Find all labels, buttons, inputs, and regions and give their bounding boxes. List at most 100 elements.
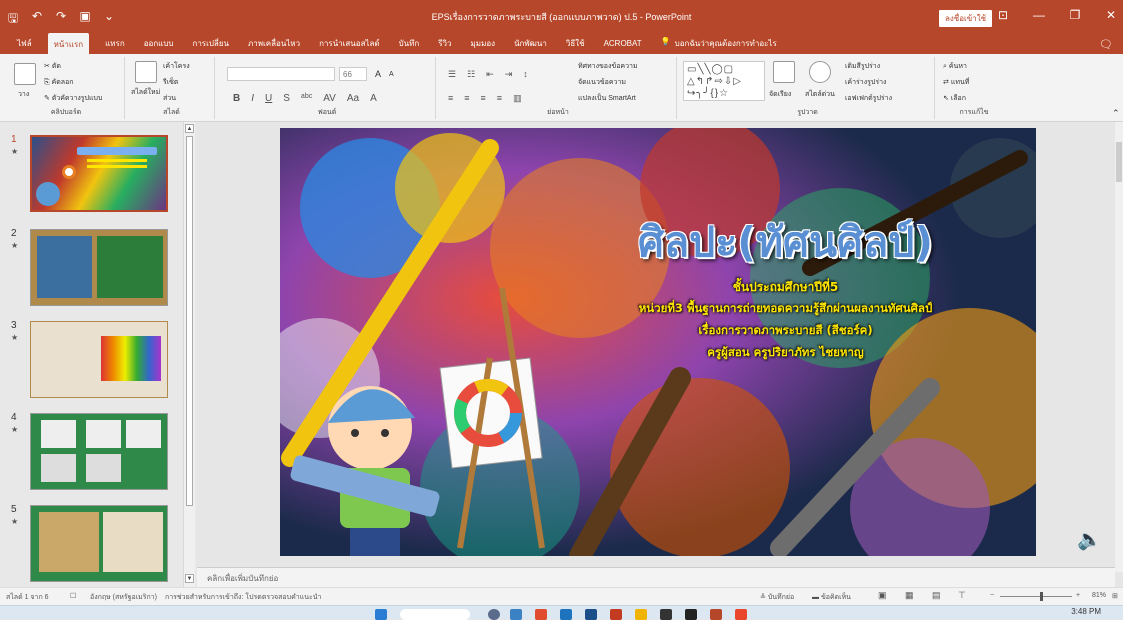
shape-effects-button[interactable]: เอฟเฟกต์รูปร่าง xyxy=(845,93,892,104)
align-center-icon[interactable]: ≡ xyxy=(464,93,469,104)
comments-button[interactable]: ▬ ข้อคิดเห็น xyxy=(812,592,851,603)
file-explorer-icon[interactable] xyxy=(635,609,647,620)
outdent-icon[interactable]: ⇥ xyxy=(505,69,513,80)
align-text-button[interactable]: จัดแนวข้อความ xyxy=(578,77,626,88)
thumbnail-item[interactable]: 1 ★ xyxy=(0,134,180,214)
collapse-ribbon-icon[interactable]: ⌃ xyxy=(1112,108,1120,119)
smartart-button[interactable]: แปลงเป็น SmartArt xyxy=(578,93,636,104)
thumbnail-item[interactable]: 2 ★ xyxy=(0,228,180,308)
spellcheck-icon[interactable]: ☐ xyxy=(70,592,76,600)
task-view-icon[interactable] xyxy=(488,609,500,620)
strikethrough-button[interactable]: abc xyxy=(301,93,312,104)
clock[interactable]: 3:48 PM xyxy=(1071,607,1101,616)
arrange-icon[interactable] xyxy=(773,61,795,83)
new-slide-button[interactable]: สไลด์ใหม่ xyxy=(131,87,160,98)
char-spacing-button[interactable]: AV xyxy=(323,93,336,104)
shape-outline-button[interactable]: เค้าร่างรูปร่าง xyxy=(845,77,886,88)
app-icon[interactable] xyxy=(510,609,522,620)
scroll-down-icon[interactable]: ▼ xyxy=(185,574,194,583)
zoom-slider[interactable] xyxy=(1000,596,1072,597)
align-left-icon[interactable]: ≡ xyxy=(448,93,453,104)
restore-icon[interactable]: ❐ xyxy=(1067,8,1083,22)
fit-slide-icon[interactable]: ⊞ xyxy=(1112,592,1118,600)
justify-icon[interactable]: ≡ xyxy=(497,93,502,104)
slide-thumbnail-5[interactable] xyxy=(30,505,168,582)
slide-thumbnail-4[interactable] xyxy=(30,413,168,490)
font-color-button[interactable]: A xyxy=(370,93,377,104)
cut-button[interactable]: ✂ ตัด xyxy=(44,61,61,72)
scroll-up-icon[interactable]: ▲ xyxy=(185,124,194,133)
slide-thumbnail-2[interactable] xyxy=(30,229,168,306)
normal-view-icon[interactable]: ▣ xyxy=(878,590,887,601)
notes-pane[interactable]: คลิกเพื่อเพิ่มบันทึกย่อ xyxy=(197,567,1115,587)
app-icon[interactable] xyxy=(560,609,572,620)
font-size-input[interactable]: 66 xyxy=(339,67,367,81)
slide-sorter-icon[interactable]: ▦ xyxy=(905,590,914,601)
paste-icon[interactable] xyxy=(14,63,36,85)
bold-button[interactable]: B xyxy=(233,93,240,104)
shape-fill-button[interactable]: เติมสีรูปร่าง xyxy=(845,61,880,72)
app-icon[interactable] xyxy=(535,609,547,620)
app-icon[interactable] xyxy=(685,609,697,620)
tab-help[interactable]: วิธีใช้ xyxy=(563,33,588,54)
shapes-gallery[interactable]: ▭╲╲◯▢ △↰↱⇨⇩▷ ↪╮╯{}☆ xyxy=(683,61,765,101)
zoom-slider-thumb[interactable] xyxy=(1040,592,1043,601)
text-direction-button[interactable]: ทิศทางของข้อความ xyxy=(578,61,638,72)
line-spacing-icon[interactable]: ↕ xyxy=(523,69,528,80)
slide-subtitle-topic[interactable]: เรื่องการวาดภาพระบายสี (สีชอร์ค) xyxy=(535,322,1036,340)
tab-insert[interactable]: แทรก xyxy=(102,33,128,54)
zoom-level[interactable]: 81% xyxy=(1092,592,1106,599)
indent-icon[interactable]: ⇤ xyxy=(486,69,494,80)
reading-view-icon[interactable]: ▤ xyxy=(932,590,941,601)
notes-button[interactable]: ≜ บันทึกย่อ xyxy=(760,592,794,603)
align-right-icon[interactable]: ≡ xyxy=(481,93,486,104)
bullets-icon[interactable]: ☰ xyxy=(448,69,456,80)
slide-thumbnail-1[interactable] xyxy=(30,135,168,212)
underline-button[interactable]: U xyxy=(265,93,272,104)
slide-subtitle-grade[interactable]: ชั้นประถมศึกษาปีที่5 xyxy=(535,278,1036,297)
ribbon-display-icon[interactable]: ⊡ xyxy=(995,8,1011,22)
tab-review[interactable]: รีวิว xyxy=(435,33,454,54)
new-slide-icon[interactable] xyxy=(135,61,157,83)
grow-font-button[interactable]: A xyxy=(375,69,381,79)
minimize-icon[interactable]: — xyxy=(1031,8,1047,22)
app-icon[interactable] xyxy=(610,609,622,620)
thumbnail-item[interactable]: 4 ★ xyxy=(0,412,180,492)
tab-record[interactable]: บันทึก xyxy=(396,33,423,54)
tab-file[interactable]: ไฟล์ xyxy=(14,33,35,54)
shadow-button[interactable]: S xyxy=(283,93,290,104)
tab-view[interactable]: มุมมอง xyxy=(468,33,499,54)
zoom-out-icon[interactable]: − xyxy=(990,592,994,599)
tab-animations[interactable]: ภาพเคลื่อนไหว xyxy=(245,33,303,54)
quick-styles-button[interactable]: สไตล์ด่วน xyxy=(805,89,835,100)
accessibility-status[interactable]: การช่วยสำหรับการเข้าถึง: โปรดตรวจสอบคำแน… xyxy=(165,592,321,603)
language-indicator[interactable]: อังกฤษ (สหรัฐอเมริกา) xyxy=(90,592,157,603)
tab-developer[interactable]: นักพัฒนา xyxy=(511,33,550,54)
slide-title[interactable]: ศิลปะ(ทัศนศิลป์) xyxy=(280,210,1036,275)
editor-scrollbar[interactable] xyxy=(1115,122,1123,572)
tab-acrobat[interactable]: ACROBAT xyxy=(601,35,645,52)
close-icon[interactable]: ✕ xyxy=(1103,8,1119,22)
columns-icon[interactable]: ▥ xyxy=(513,93,522,104)
paste-button[interactable]: วาง xyxy=(18,89,29,100)
windows-start-icon[interactable] xyxy=(375,609,387,620)
slide-subtitle-teacher[interactable]: ครูผู้สอน ครูปริยาภัทร ไชยหาญ xyxy=(535,344,1036,362)
thumbnail-scrollbar[interactable]: ▲ ▼ xyxy=(183,122,195,587)
thumbnail-item[interactable]: 5 ★ xyxy=(0,504,180,584)
app-icon[interactable] xyxy=(660,609,672,620)
layout-button[interactable]: เค้าโครง xyxy=(163,61,190,72)
powerpoint-icon[interactable] xyxy=(710,609,722,620)
select-button[interactable]: ⇖ เลือก xyxy=(943,93,966,104)
section-button[interactable]: ส่วน xyxy=(163,93,176,104)
format-painter-button[interactable]: ✎ ตัวคัดวางรูปแบบ xyxy=(44,93,102,104)
zoom-in-icon[interactable]: + xyxy=(1076,592,1080,599)
thumbnail-item[interactable]: 3 ★ xyxy=(0,320,180,400)
app-icon[interactable] xyxy=(585,609,597,620)
replace-button[interactable]: ⇄ แทนที่ xyxy=(943,77,969,88)
app-icon[interactable] xyxy=(735,609,747,620)
italic-button[interactable]: I xyxy=(251,93,254,104)
shrink-font-button[interactable]: A xyxy=(389,71,394,78)
font-name-input[interactable] xyxy=(227,67,335,81)
comments-icon[interactable]: 🗨 xyxy=(1099,38,1113,51)
copy-button[interactable]: ⎘ คัดลอก xyxy=(44,77,74,88)
